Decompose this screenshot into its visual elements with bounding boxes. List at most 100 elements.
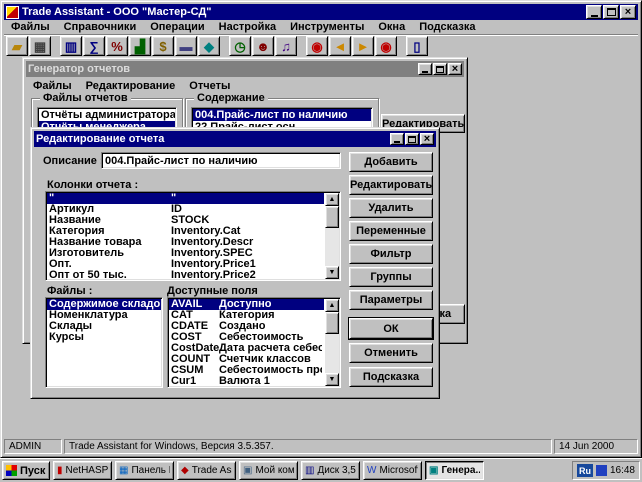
close-button[interactable]: ×: [448, 63, 462, 75]
file-item[interactable]: Курсы: [47, 332, 161, 343]
percent-button[interactable]: %: [106, 36, 128, 56]
menu-edit[interactable]: Редактирование: [79, 80, 183, 92]
task-button-3[interactable]: ▣Мой комп...: [239, 461, 298, 480]
minimize-button[interactable]: [418, 63, 432, 75]
field-row[interactable]: AVAILДоступно: [169, 299, 324, 310]
help-button[interactable]: Подсказка: [349, 367, 433, 387]
report-columns-list[interactable]: ▲ ▼ ""АртикулIDНазваниеSTOCKКатегорияInv…: [45, 191, 341, 281]
parameters-button[interactable]: Параметры: [349, 290, 433, 310]
table-button[interactable]: ▥: [60, 36, 82, 56]
open-folder-button[interactable]: ▰: [6, 36, 28, 56]
dialog-window-controls: ×: [390, 133, 434, 145]
task-button-6[interactable]: ▣Генера...: [425, 461, 484, 480]
task-app-icon: ◆: [181, 466, 189, 476]
transfer-right-button[interactable]: ►: [352, 36, 374, 56]
column-row[interactable]: Название товараInventory.Descr: [47, 237, 324, 248]
scroll-down-button[interactable]: ▼: [325, 373, 339, 386]
printer-button[interactable]: ▦: [29, 36, 51, 56]
dialog-files-list[interactable]: Содержимое складовНоменклатураСкладыКурс…: [45, 297, 163, 388]
scrollbar-track[interactable]: [325, 206, 339, 266]
generator-titlebar[interactable]: Генератор отчетов ×: [26, 61, 464, 77]
scroll-up-button[interactable]: ▲: [325, 193, 339, 206]
maximize-button[interactable]: [405, 133, 419, 145]
close-button[interactable]: ×: [620, 5, 636, 19]
menu-references[interactable]: Справочники: [57, 21, 144, 33]
report-folder-item[interactable]: Отчёты администратора: [39, 109, 175, 121]
field-code-cell: CDATE: [171, 321, 219, 332]
menu-settings[interactable]: Настройка: [212, 21, 283, 33]
maximize-button[interactable]: [433, 63, 447, 75]
scroll-up-button[interactable]: ▲: [325, 299, 339, 312]
sync-left-button[interactable]: ◉: [306, 36, 328, 56]
column-row[interactable]: ИзготовительInventory.SPEC: [47, 248, 324, 259]
users-button[interactable]: ☻: [252, 36, 274, 56]
field-row[interactable]: Cur1Валюта 1: [169, 376, 324, 387]
field-row[interactable]: CATКатегория: [169, 310, 324, 321]
tray-app-icon[interactable]: [596, 465, 607, 476]
menu-operations[interactable]: Операции: [143, 21, 211, 33]
variables-button[interactable]: Переменные: [349, 221, 433, 241]
column-row[interactable]: Опт от 50 тыс.Inventory.Price2: [47, 270, 324, 281]
field-row[interactable]: CSUMСебестоимость прода: [169, 365, 324, 376]
file-item[interactable]: Склады: [47, 321, 161, 332]
start-button[interactable]: Пуск: [2, 461, 50, 480]
cancel-button[interactable]: Отменить: [349, 343, 433, 363]
field-row[interactable]: COUNTСчетчик классов: [169, 354, 324, 365]
maximize-icon: [607, 8, 616, 16]
start-label: Пуск: [20, 465, 45, 477]
main-titlebar[interactable]: Trade Assistant - ООО "Мастер-СД" ×: [4, 4, 638, 20]
task-button-2[interactable]: ◆Trade Assi...: [177, 461, 236, 480]
menu-reports[interactable]: Отчеты: [182, 80, 237, 92]
language-indicator[interactable]: Ru: [577, 464, 593, 477]
exit-button[interactable]: ▯: [406, 36, 428, 56]
column-row[interactable]: КатегорияInventory.Cat: [47, 226, 324, 237]
field-row[interactable]: CostDateДата расчета себесто: [169, 343, 324, 354]
delete-button[interactable]: Удалить: [349, 198, 433, 218]
edit-button[interactable]: Редактировать: [349, 175, 433, 195]
menu-files[interactable]: Файлы: [26, 80, 79, 92]
maximize-button[interactable]: [603, 5, 619, 19]
bucket-button[interactable]: ◆: [198, 36, 220, 56]
filter-button[interactable]: Фильтр: [349, 244, 433, 264]
menu-tools[interactable]: Инструменты: [283, 21, 371, 33]
minimize-button[interactable]: [586, 5, 602, 19]
music-button[interactable]: ♫: [275, 36, 297, 56]
task-button-4[interactable]: ▥Диск 3,5 (...: [301, 461, 360, 480]
field-row[interactable]: CDATEСоздано: [169, 321, 324, 332]
dialog-titlebar[interactable]: Редактирование отчета ×: [34, 131, 436, 147]
money-button[interactable]: $: [152, 36, 174, 56]
chart-button[interactable]: ▟: [129, 36, 151, 56]
scrollbar-track[interactable]: [325, 312, 339, 373]
report-item[interactable]: 004.Прайс-лист по наличию: [193, 109, 371, 121]
file-item[interactable]: Номенклатура: [47, 310, 161, 321]
task-button-1[interactable]: ▦Панель М...: [115, 461, 174, 480]
file-item[interactable]: Содержимое складов: [47, 299, 161, 310]
ok-button[interactable]: ОК: [349, 318, 433, 339]
field-row[interactable]: COSTСебестоимость: [169, 332, 324, 343]
menu-windows[interactable]: Окна: [371, 21, 412, 33]
scroll-down-button[interactable]: ▼: [325, 266, 339, 279]
vertical-scrollbar[interactable]: ▲ ▼: [325, 299, 339, 386]
column-row[interactable]: "": [47, 193, 324, 204]
available-fields-list[interactable]: ▲ ▼ AVAILДоступноCATКатегорияCDATEСоздан…: [167, 297, 341, 388]
column-row[interactable]: Опт.Inventory.Price1: [47, 259, 324, 270]
column-row[interactable]: НазваниеSTOCK: [47, 215, 324, 226]
menu-files[interactable]: Файлы: [4, 21, 57, 33]
task-button-5[interactable]: WMicrosoft ...: [363, 461, 422, 480]
column-row[interactable]: АртикулID: [47, 204, 324, 215]
groups-button[interactable]: Группы: [349, 267, 433, 287]
ruler-button[interactable]: ▬: [175, 36, 197, 56]
add-button[interactable]: Добавить: [349, 152, 433, 172]
description-input[interactable]: [101, 152, 341, 169]
sum-button[interactable]: ∑: [83, 36, 105, 56]
close-button[interactable]: ×: [420, 133, 434, 145]
transfer-left-button[interactable]: ◄: [329, 36, 351, 56]
scrollbar-thumb[interactable]: [325, 206, 339, 228]
task-button-0[interactable]: ▮NetHASP ...: [53, 461, 112, 480]
menu-help[interactable]: Подсказка: [412, 21, 482, 33]
vertical-scrollbar[interactable]: ▲ ▼: [325, 193, 339, 279]
clock-button[interactable]: ◷: [229, 36, 251, 56]
minimize-button[interactable]: [390, 133, 404, 145]
sync-right-button[interactable]: ◉: [375, 36, 397, 56]
scrollbar-thumb[interactable]: [325, 312, 339, 334]
